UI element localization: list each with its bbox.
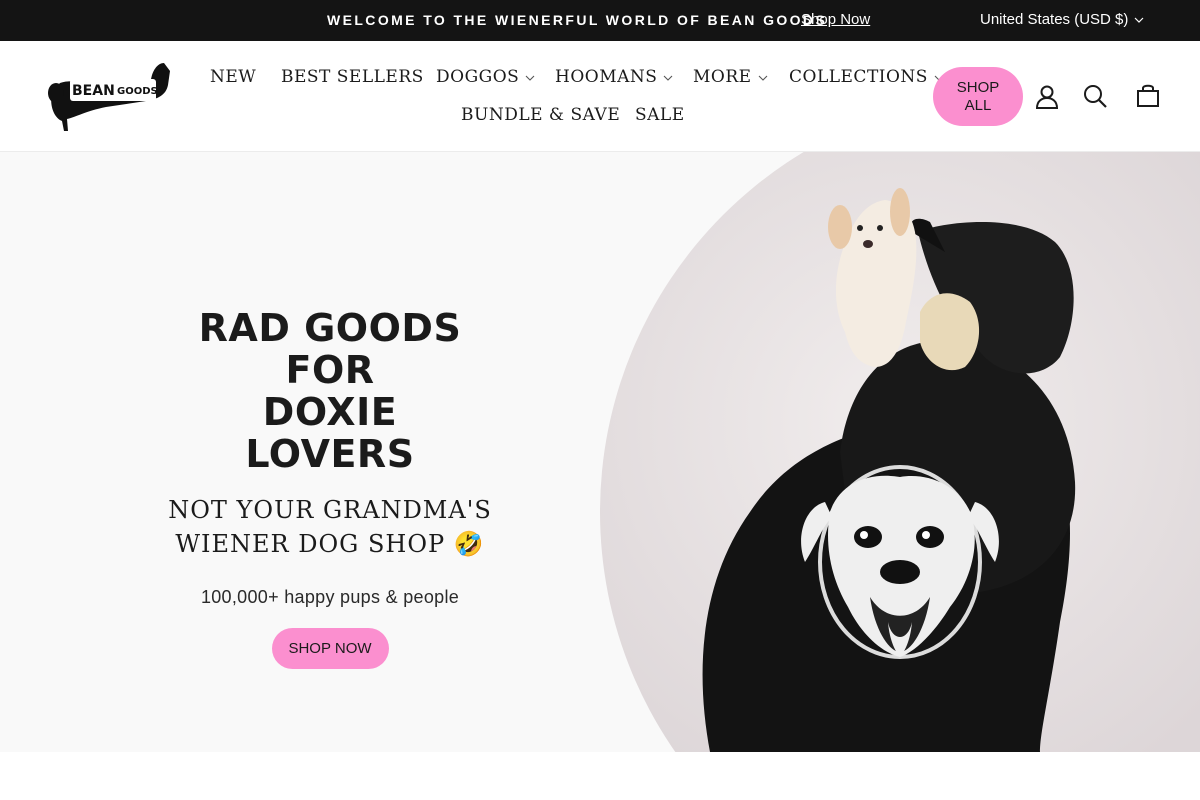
nav-more[interactable]: MORE xyxy=(693,67,768,87)
nav-label: BUNDLE & SAVE xyxy=(461,105,621,125)
nav-doggos[interactable]: DOGGOS xyxy=(436,67,535,87)
nav-hoomans[interactable]: HOOMANS xyxy=(555,67,673,87)
hero-image xyxy=(600,152,1200,752)
hero-title: RAD GOODS FOR DOXIE LOVERS xyxy=(180,307,480,475)
announcement-bar: WELCOME TO THE WIENERFUL WORLD OF BEAN G… xyxy=(0,0,1200,41)
hero-title-line2: DOXIE LOVERS xyxy=(245,390,415,476)
nav-label: SALE xyxy=(635,105,685,125)
search-icon[interactable] xyxy=(1081,82,1109,110)
hero-title-line1: RAD GOODS FOR xyxy=(198,306,462,392)
currency-selector[interactable]: United States (USD $) xyxy=(980,11,1144,28)
chevron-down-icon xyxy=(664,75,673,81)
chevron-down-icon xyxy=(758,75,767,81)
logo-bean-text: BEAN xyxy=(72,83,115,99)
nav-label: NEW xyxy=(210,67,257,87)
nav-label: COLLECTIONS xyxy=(789,67,928,87)
nav-label: DOGGOS xyxy=(436,67,520,87)
chevron-down-icon xyxy=(525,75,535,81)
shop-now-button[interactable]: SHOP NOW xyxy=(271,628,389,669)
announcement-message: WELCOME TO THE WIENERFUL WORLD OF BEAN G… xyxy=(327,12,828,28)
site-header: BEAN GOODS NEW BEST SELLERS DOGGOS HOOMA… xyxy=(0,41,1200,152)
nav-sale[interactable]: SALE xyxy=(635,105,685,125)
nav-label: BEST SELLERS xyxy=(281,67,424,87)
nav-new[interactable]: NEW xyxy=(210,67,256,87)
nav-collections[interactable]: COLLECTIONS xyxy=(789,67,944,87)
logo-goods-text: GOODS xyxy=(117,86,158,97)
bean-goods-logo[interactable]: BEAN GOODS xyxy=(46,59,176,133)
account-icon[interactable] xyxy=(1033,83,1061,111)
chevron-down-icon xyxy=(1134,17,1144,23)
hero-subtitle-line2: WIENER DOG SHOP 🤣 xyxy=(175,530,485,558)
hero-subtitle: NOT YOUR GRANDMA'S WIENER DOG SHOP 🤣 xyxy=(130,493,530,561)
announcement-shop-now-link[interactable]: Shop Now xyxy=(801,11,870,28)
shop-all-button[interactable]: SHOP ALL xyxy=(933,67,1023,126)
hero-stat: 100,000+ happy pups & people xyxy=(200,587,460,607)
cart-icon[interactable] xyxy=(1134,82,1162,110)
shop-all-label: SHOP ALL xyxy=(956,78,1000,114)
nav-label: MORE xyxy=(693,67,752,87)
nav-label: HOOMANS xyxy=(555,67,658,87)
hero-subtitle-line1: NOT YOUR GRANDMA'S xyxy=(168,496,492,524)
nav-bundle-save[interactable]: BUNDLE & SAVE xyxy=(461,105,620,125)
nav-best-sellers[interactable]: BEST SELLERS xyxy=(281,67,424,87)
hero-section: RAD GOODS FOR DOXIE LOVERS NOT YOUR GRAN… xyxy=(0,152,1200,752)
shop-now-label: SHOP NOW xyxy=(288,640,372,657)
hero-text-block: RAD GOODS FOR DOXIE LOVERS NOT YOUR GRAN… xyxy=(130,307,530,669)
currency-label: United States (USD $) xyxy=(980,11,1129,28)
